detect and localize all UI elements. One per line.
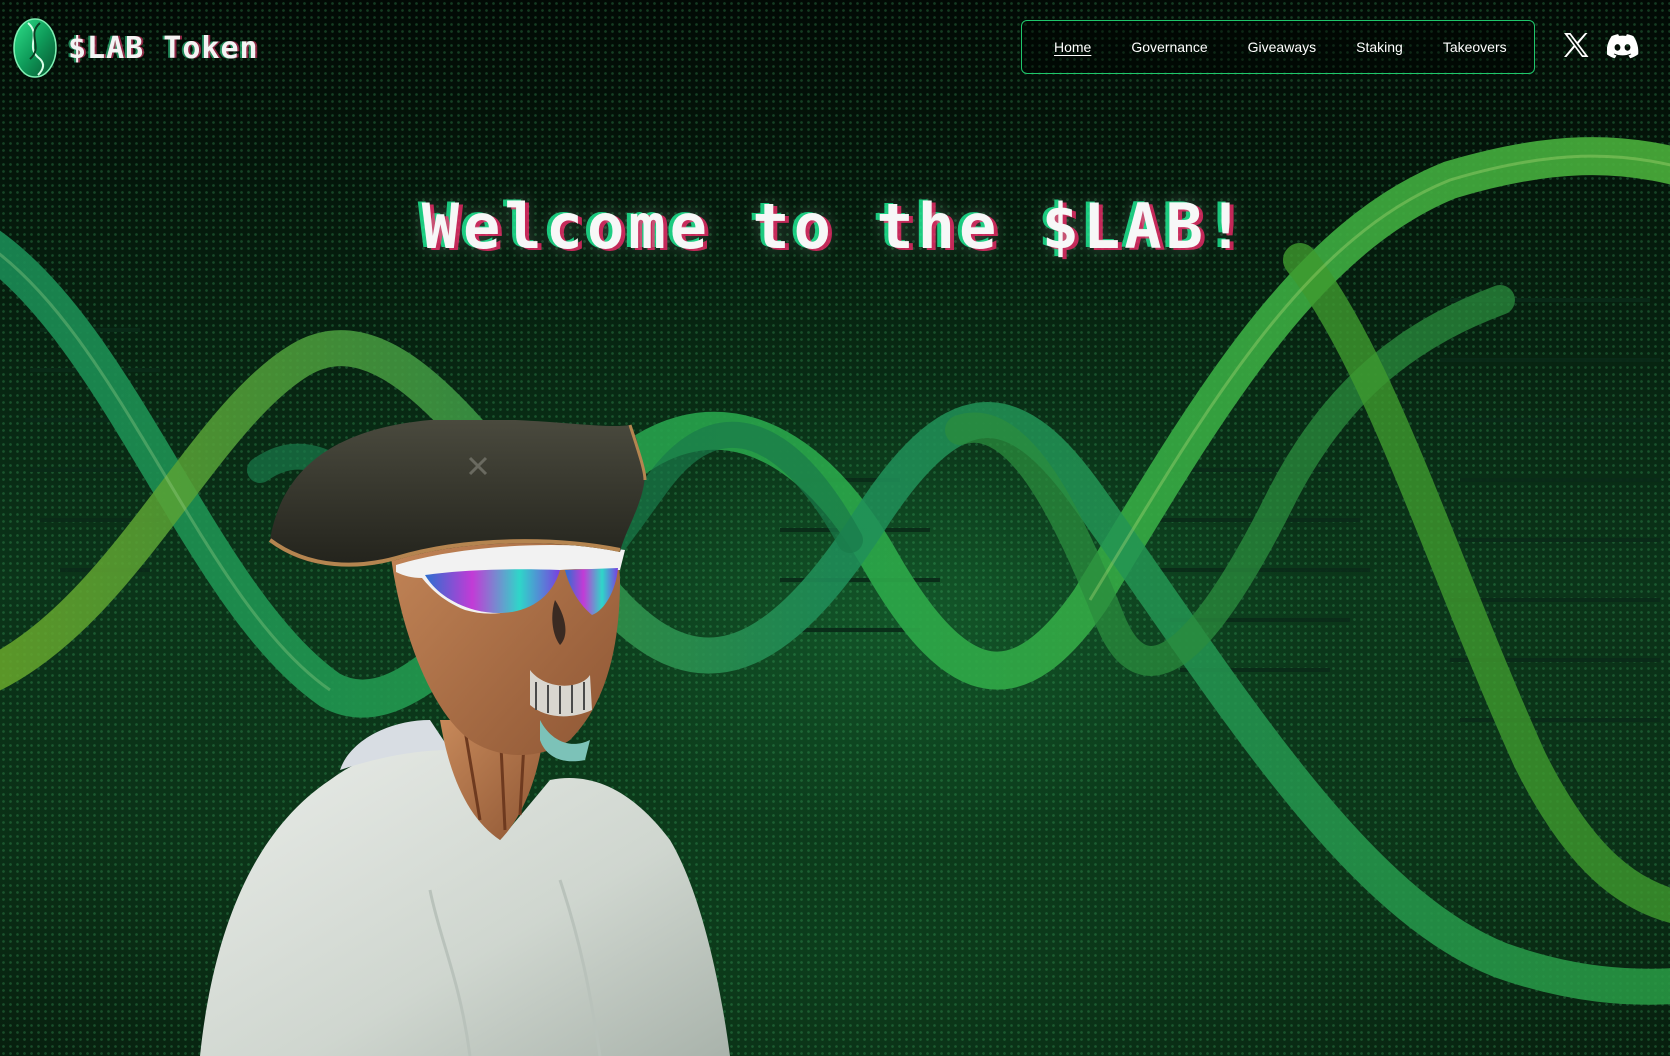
hero-section xyxy=(0,0,1670,1056)
hero-title: Welcome to the $LAB! xyxy=(421,190,1249,263)
main-navigation: Home Governance Giveaways Staking Takeov… xyxy=(1021,20,1535,74)
nav-takeovers-link[interactable]: Takeovers xyxy=(1443,39,1507,55)
lab-token-logo-icon xyxy=(13,18,57,78)
nav-staking-link[interactable]: Staking xyxy=(1356,39,1403,55)
site-header: $LAB Token Home Governance Giveaways Sta… xyxy=(0,0,1670,96)
brand[interactable]: $LAB Token xyxy=(12,17,259,79)
brand-name: $LAB Token xyxy=(68,30,259,66)
nav-home-link[interactable]: Home xyxy=(1054,39,1091,55)
discord-icon[interactable] xyxy=(1607,30,1639,60)
pirate-skeleton-character xyxy=(200,420,730,1056)
nav-giveaways-link[interactable]: Giveaways xyxy=(1248,39,1316,55)
nav-governance-link[interactable]: Governance xyxy=(1131,39,1207,55)
x-twitter-icon[interactable] xyxy=(1561,30,1591,60)
